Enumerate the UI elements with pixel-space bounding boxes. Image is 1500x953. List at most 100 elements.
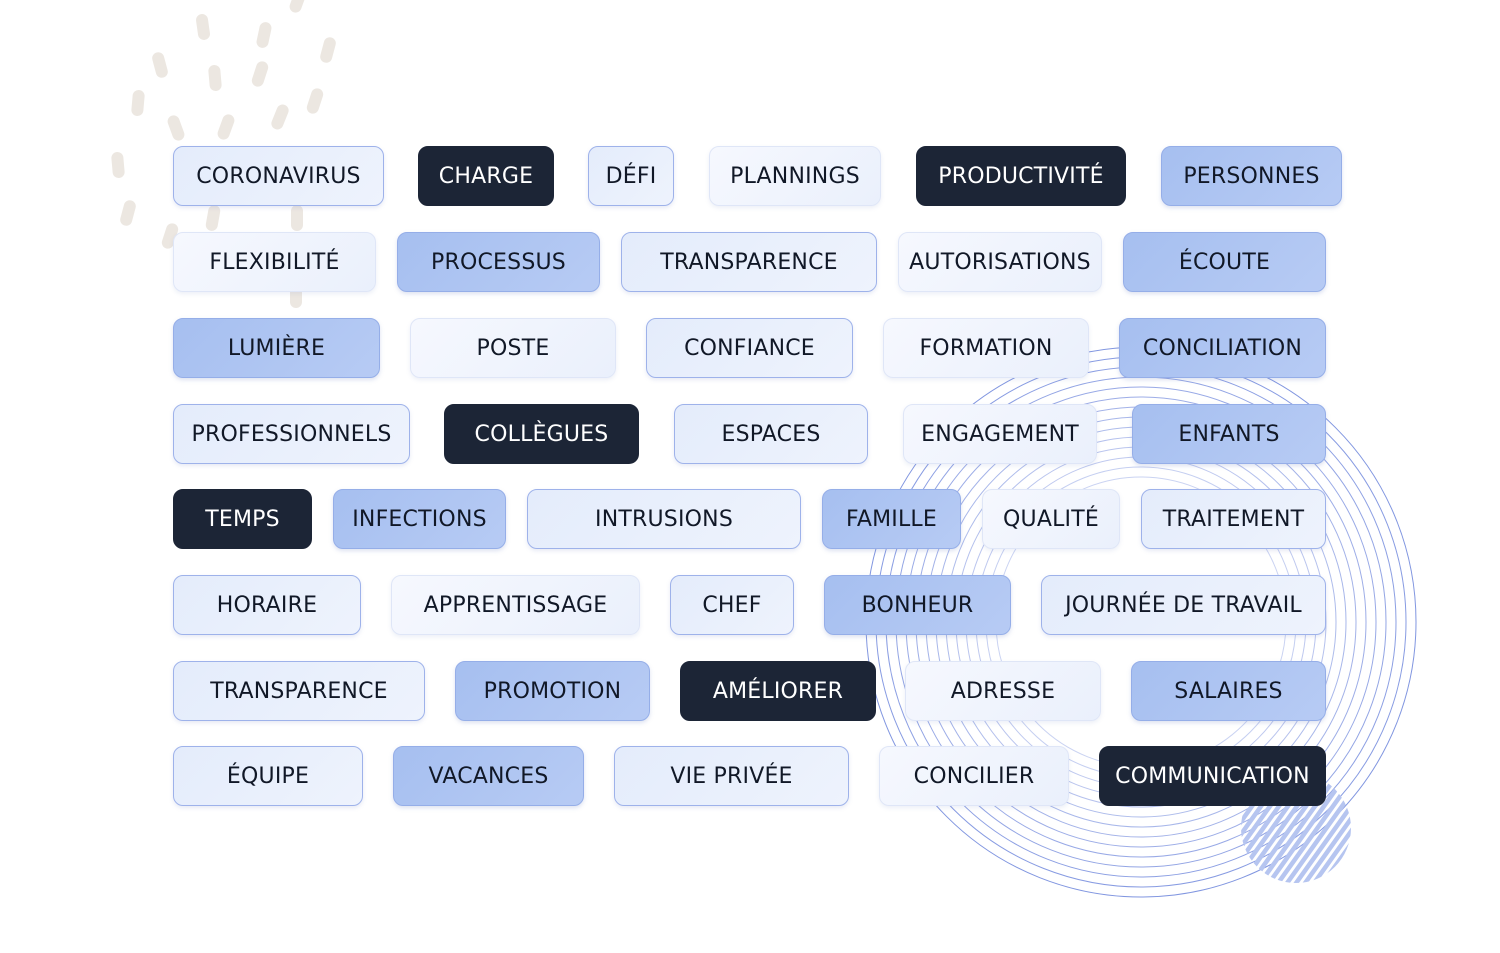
tag-chip[interactable]: INTRUSIONS	[527, 489, 801, 549]
tag-label: APPRENTISSAGE	[423, 592, 608, 618]
dash-mark	[131, 90, 145, 116]
dash-mark	[291, 205, 303, 231]
tag-chip[interactable]: VIE PRIVÉE	[614, 746, 849, 806]
tag-label: BONHEUR	[861, 592, 974, 618]
tag-chip[interactable]: CONFIANCE	[646, 318, 853, 378]
tag-chip[interactable]: ENFANTS	[1132, 404, 1326, 464]
tag-chip[interactable]: ADRESSE	[905, 661, 1101, 721]
tag-chip[interactable]: HORAIRE	[173, 575, 361, 635]
tag-label: ADRESSE	[950, 678, 1056, 704]
tag-chip[interactable]: PROFESSIONNELS	[173, 404, 410, 464]
dash-mark	[205, 205, 221, 231]
dash-mark	[251, 61, 269, 87]
dash-mark	[196, 14, 210, 40]
tag-label: CHARGE	[438, 163, 534, 189]
tag-label: ENGAGEMENT	[921, 421, 1079, 447]
tag-chip[interactable]: ENGAGEMENT	[903, 404, 1097, 464]
tag-label: TRANSPARENCE	[210, 678, 388, 704]
tag-chip[interactable]: FORMATION	[883, 318, 1089, 378]
tag-chip[interactable]: TEMPS	[173, 489, 312, 549]
tag-label: FLEXIBILITÉ	[209, 249, 340, 275]
tag-chip[interactable]: TRAITEMENT	[1141, 489, 1326, 549]
tag-chip[interactable]: CONCILIATION	[1119, 318, 1326, 378]
dash-mark	[120, 200, 136, 226]
tag-chip[interactable]: COMMUNICATION	[1099, 746, 1326, 806]
tag-label: INFECTIONS	[352, 506, 487, 532]
tag-label: TRAITEMENT	[1162, 506, 1305, 532]
tag-label: PLANNINGS	[730, 163, 860, 189]
dash-mark	[111, 152, 125, 178]
tag-chip[interactable]: AUTORISATIONS	[898, 232, 1102, 292]
tag-label: AMÉLIORER	[712, 678, 844, 704]
tag-label: ESPACES	[721, 421, 821, 447]
tag-label: PERSONNES	[1183, 163, 1320, 189]
tag-label: COMMUNICATION	[1115, 763, 1310, 789]
dash-mark	[256, 22, 272, 48]
dash-mark	[271, 104, 289, 130]
tag-chip[interactable]: ESPACES	[674, 404, 868, 464]
tag-chip[interactable]: JOURNÉE DE TRAVAIL	[1041, 575, 1326, 635]
tag-label: ÉCOUTE	[1178, 249, 1271, 275]
tag-label: TEMPS	[205, 506, 280, 532]
tag-label: TRANSPARENCE	[660, 249, 838, 275]
dash-mark	[152, 52, 168, 78]
tag-chip[interactable]: INFECTIONS	[333, 489, 506, 549]
tag-label: CONCILIATION	[1142, 335, 1303, 361]
tag-label: PROCESSUS	[431, 249, 566, 275]
tag-label: QUALITÉ	[1003, 506, 1099, 532]
tag-label: POSTE	[476, 335, 550, 361]
tag-label: FAMILLE	[846, 506, 937, 532]
tag-label: PROFESSIONNELS	[191, 421, 392, 447]
tag-chip[interactable]: PLANNINGS	[709, 146, 881, 206]
tag-chip[interactable]: SALAIRES	[1131, 661, 1326, 721]
tag-label: CORONAVIRUS	[196, 163, 361, 189]
dash-mark	[320, 37, 336, 63]
tag-chip[interactable]: PRODUCTIVITÉ	[916, 146, 1126, 206]
dash-mark	[289, 0, 307, 13]
tag-label: SALAIRES	[1174, 678, 1283, 704]
dash-mark	[208, 65, 222, 91]
tag-chip[interactable]: FLEXIBILITÉ	[173, 232, 376, 292]
tag-chip[interactable]: PROMOTION	[455, 661, 650, 721]
tag-chip[interactable]: CONCILIER	[879, 746, 1069, 806]
dash-mark	[217, 114, 235, 140]
background-decoration	[111, 0, 1417, 898]
tag-chip[interactable]: TRANSPARENCE	[621, 232, 877, 292]
tag-label: DÉFI	[605, 163, 657, 189]
tag-chip[interactable]: LUMIÈRE	[173, 318, 380, 378]
tag-chip[interactable]: PROCESSUS	[397, 232, 600, 292]
tag-chip[interactable]: BONHEUR	[824, 575, 1011, 635]
tag-chip[interactable]: CORONAVIRUS	[173, 146, 384, 206]
tag-chip[interactable]: VACANCES	[393, 746, 584, 806]
tag-label: PRODUCTIVITÉ	[938, 163, 1104, 189]
tag-chip[interactable]: DÉFI	[588, 146, 674, 206]
tag-chip[interactable]: COLLÈGUES	[444, 404, 639, 464]
tag-label: CHEF	[702, 592, 762, 618]
tag-label: HORAIRE	[216, 592, 318, 618]
tag-chip[interactable]: TRANSPARENCE	[173, 661, 425, 721]
tag-label: VIE PRIVÉE	[670, 763, 793, 789]
tag-chip[interactable]: FAMILLE	[822, 489, 961, 549]
tag-label: VACANCES	[428, 763, 549, 789]
tag-label: LUMIÈRE	[227, 335, 326, 361]
tag-label: PROMOTION	[483, 678, 622, 704]
tag-label: ÉQUIPE	[226, 763, 310, 789]
tag-label: ENFANTS	[1178, 421, 1280, 447]
tag-label: CONFIANCE	[684, 335, 815, 361]
tag-chip[interactable]: CHEF	[670, 575, 794, 635]
tag-label: CONCILIER	[913, 763, 1035, 789]
tag-chip[interactable]: CHARGE	[418, 146, 554, 206]
dash-mark	[306, 88, 324, 114]
tag-label: JOURNÉE DE TRAVAIL	[1065, 592, 1302, 618]
tag-chip[interactable]: PERSONNES	[1161, 146, 1342, 206]
tag-chip[interactable]: APPRENTISSAGE	[391, 575, 640, 635]
tag-label: COLLÈGUES	[474, 421, 609, 447]
tag-chip[interactable]: ÉQUIPE	[173, 746, 363, 806]
dash-mark	[167, 115, 185, 141]
tag-chip[interactable]: QUALITÉ	[982, 489, 1120, 549]
tag-chip[interactable]: ÉCOUTE	[1123, 232, 1326, 292]
tag-chip[interactable]: AMÉLIORER	[680, 661, 876, 721]
tag-label: INTRUSIONS	[595, 506, 733, 532]
tag-label: AUTORISATIONS	[909, 249, 1091, 275]
tag-chip[interactable]: POSTE	[410, 318, 616, 378]
